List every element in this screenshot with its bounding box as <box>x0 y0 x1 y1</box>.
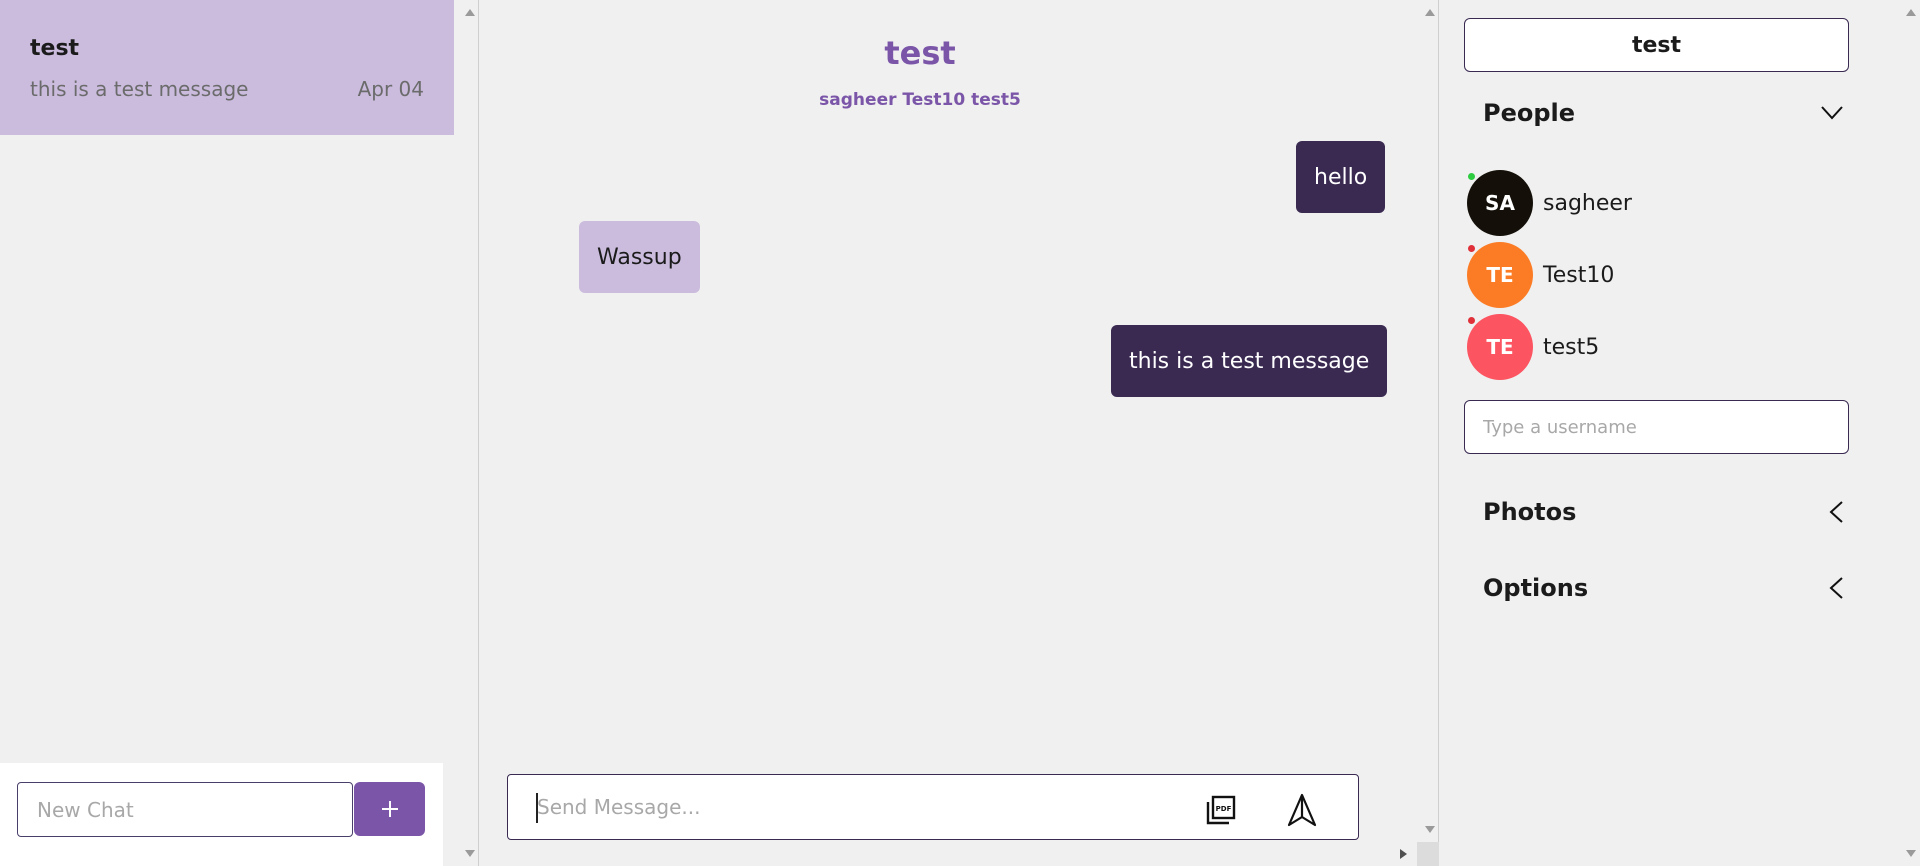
avatar-initials: TE <box>1486 263 1514 287</box>
scroll-down-arrow[interactable] <box>465 850 475 857</box>
chat-name-button[interactable]: test <box>1464 18 1849 72</box>
scroll-right-arrow[interactable] <box>1400 849 1407 859</box>
message-composer: PDF <box>507 774 1359 840</box>
avatar: TE <box>1467 314 1533 380</box>
chat-details-panel: test People SA sagheer TE Test10 TE test… <box>1440 0 1920 866</box>
username-input[interactable] <box>1464 400 1849 454</box>
pdf-icon[interactable]: PDF <box>1205 794 1237 826</box>
scroll-down-arrow[interactable] <box>1425 826 1435 833</box>
scroll-up-arrow[interactable] <box>465 9 475 16</box>
scroll-down-arrow[interactable] <box>1906 850 1916 857</box>
add-chat-button[interactable] <box>354 782 425 836</box>
chat-list-item[interactable]: test this is a test message Apr 04 <box>0 0 454 135</box>
people-section-header[interactable]: People <box>1483 93 1843 133</box>
message-outgoing: this is a test message <box>1111 325 1388 397</box>
message-input[interactable] <box>537 775 1137 839</box>
conversation-title: test <box>884 34 956 72</box>
conversation-scrollbar[interactable] <box>1420 0 1439 866</box>
conversation-members: sagheer Test10 test5 <box>819 90 1021 110</box>
chat-item-preview: this is a test message <box>30 77 249 101</box>
person-item[interactable]: TE test5 <box>1467 314 1767 380</box>
scrollbar-corner <box>1417 842 1439 866</box>
svg-text:PDF: PDF <box>1216 805 1232 813</box>
send-icon[interactable] <box>1287 793 1317 827</box>
scroll-up-arrow[interactable] <box>1425 9 1435 16</box>
chat-list-panel: test this is a test message Apr 04 <box>0 0 479 866</box>
chat-list-scrollbar[interactable] <box>460 0 479 866</box>
plus-icon <box>381 801 398 817</box>
scroll-up-arrow[interactable] <box>1906 9 1916 16</box>
person-item[interactable]: TE Test10 <box>1467 242 1767 308</box>
options-section-header[interactable]: Options <box>1483 568 1843 608</box>
person-name: sagheer <box>1543 190 1632 216</box>
conversation-panel: test sagheer Test10 test5 hello Wassup t… <box>480 0 1439 866</box>
status-offline-indicator <box>1468 245 1475 252</box>
chevron-left-icon <box>1829 501 1843 523</box>
details-scrollbar[interactable] <box>1901 0 1920 866</box>
new-chat-form <box>0 763 443 866</box>
chat-item-title: test <box>30 36 80 61</box>
person-item[interactable]: SA sagheer <box>1467 170 1767 236</box>
status-online-indicator <box>1468 173 1475 180</box>
message-incoming: Wassup <box>579 221 700 293</box>
chat-item-date: Apr 04 <box>357 77 424 101</box>
person-name: Test10 <box>1543 262 1615 288</box>
person-name: test5 <box>1543 334 1600 360</box>
photos-section-header[interactable]: Photos <box>1483 492 1843 532</box>
chat-app: test this is a test message Apr 04 test … <box>0 0 1920 866</box>
avatar: TE <box>1467 242 1533 308</box>
options-label: Options <box>1483 574 1589 602</box>
photos-label: Photos <box>1483 498 1577 526</box>
status-offline-indicator <box>1468 317 1475 324</box>
message-outgoing: hello <box>1296 141 1386 213</box>
new-chat-input[interactable] <box>17 782 353 837</box>
avatar: SA <box>1467 170 1533 236</box>
avatar-initials: SA <box>1485 191 1515 215</box>
chevron-down-icon <box>1821 106 1843 120</box>
chevron-left-icon <box>1829 577 1843 599</box>
people-label: People <box>1483 99 1576 127</box>
avatar-initials: TE <box>1486 335 1514 359</box>
